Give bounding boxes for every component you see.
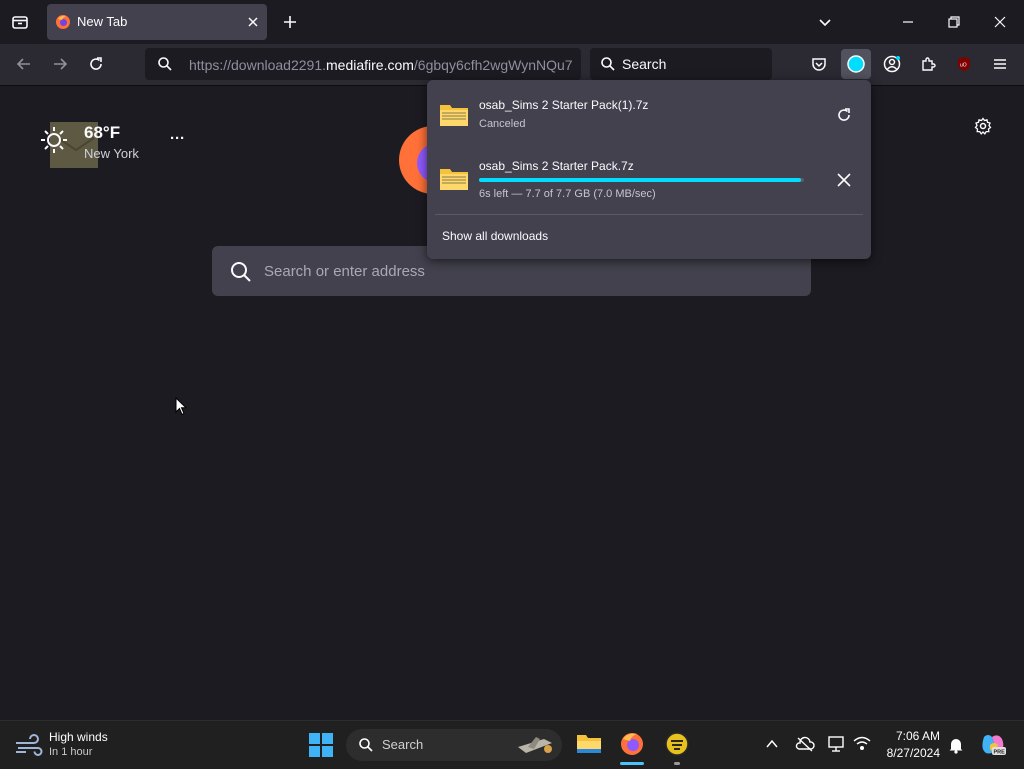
search-icon [230,261,252,283]
reload-button[interactable] [82,50,110,78]
chevron-up-icon [766,739,778,748]
close-window-button[interactable] [986,8,1014,36]
app-menu-button[interactable] [986,50,1014,78]
windows-taskbar: High winds In 1 hour Search 7:06 AM 8/27… [0,720,1024,769]
taskbar-time[interactable]: 7:06 AM [886,729,940,743]
onedrive-offline-icon[interactable] [795,736,815,752]
minimize-button[interactable] [894,8,922,36]
retry-icon [838,108,850,121]
url-prefix: https://download2291. [189,57,326,73]
weather-temperature: 68°F [84,123,121,142]
tab-new-tab[interactable]: New Tab [47,4,267,40]
download-progress-fill [479,178,801,182]
taskbar-search-box[interactable]: Search [346,729,562,761]
account-icon [883,55,901,73]
download-progress-icon [847,55,865,73]
downloads-panel: osab_Sims 2 Starter Pack(1).7z Canceled … [427,80,871,259]
taskbar-weather-title[interactable]: High winds [49,730,108,744]
close-icon [837,173,851,187]
zip-folder-icon [439,101,469,127]
tab-strip: New Tab [0,0,1024,44]
zip-folder-icon [439,165,469,191]
account-button[interactable] [878,50,906,78]
url-bar[interactable]: https://download2291.mediafire.com/6gbqy… [145,48,581,80]
app-taskbar-icon[interactable] [664,731,690,757]
firefox-tab-icon [55,14,71,30]
chevron-down-icon [819,19,831,27]
ublock-origin-icon: uO [958,57,970,71]
restore-button[interactable] [940,8,968,36]
tab-manager-icon [12,16,28,29]
svg-text:PRE: PRE [994,750,1006,756]
extensions-button[interactable] [914,50,942,78]
list-all-tabs-button[interactable] [6,8,34,36]
pocket-button[interactable] [805,50,833,78]
mouse-cursor [175,397,187,416]
weather-more-button[interactable]: ··· [170,130,185,147]
wind-icon[interactable] [14,731,44,759]
svg-text:uO: uO [960,63,967,69]
running-app-indicator [674,762,680,765]
close-icon [994,16,1006,28]
active-app-indicator [620,762,644,765]
notification-bell-icon[interactable] [948,736,964,754]
search-bar[interactable]: Search [590,48,772,80]
search-icon [358,737,374,753]
close-icon [248,17,258,27]
search-icon [600,56,616,72]
url-text: https://download2291.mediafire.com/6gbqy… [189,57,573,73]
restore-icon [948,16,960,28]
search-icon [157,56,173,72]
display-icon[interactable] [827,735,847,753]
url-domain: mediafire.com [326,57,414,73]
back-button[interactable] [10,50,38,78]
pocket-icon [812,58,826,71]
network-volume-icon[interactable] [852,735,872,753]
search-highlight-icon [514,733,556,757]
download-filename: osab_Sims 2 Starter Pack.7z [479,159,634,173]
tab-overflow-button[interactable] [811,8,839,36]
gear-icon [974,117,992,135]
download-progress-bar [479,178,804,182]
newtab-search-placeholder: Search or enter address [264,263,425,280]
tab-close-button[interactable] [245,14,261,30]
reload-icon [90,57,102,70]
puzzle-icon [922,57,936,71]
download-status: Canceled [479,118,526,130]
copilot-icon[interactable]: PRE [980,733,1006,757]
cancel-download-button[interactable] [830,166,858,194]
tab-title: New Tab [77,14,128,29]
retry-download-button[interactable] [830,101,858,129]
windows-logo-icon [309,733,333,757]
file-explorer-icon[interactable] [576,731,602,755]
weather-city: New York [84,146,139,161]
show-all-downloads-button[interactable]: Show all downloads [442,229,548,243]
hamburger-menu-icon [994,59,1006,69]
forward-button[interactable] [46,50,74,78]
start-button[interactable] [309,733,333,757]
taskbar-date[interactable]: 8/27/2024 [880,746,940,760]
taskbar-weather-subtitle: In 1 hour [49,746,93,758]
personalize-button[interactable] [969,112,997,140]
arrow-right-icon [54,58,68,70]
download-filename: osab_Sims 2 Starter Pack(1).7z [479,98,649,112]
ublock-origin-button[interactable]: uO [950,50,978,78]
firefox-taskbar-icon[interactable] [619,731,645,757]
downloads-button[interactable] [841,49,871,79]
show-hidden-icons-button[interactable] [765,737,779,751]
arrow-left-icon [16,58,30,70]
plus-icon [284,16,296,28]
search-bar-placeholder: Search [622,56,667,72]
taskbar-search-label: Search [382,737,424,752]
url-suffix: /6gbqy6cfh2wgWynNQu7 [413,57,573,73]
minimize-icon [903,21,913,23]
download-status: 6s left — 7.7 of 7.7 GB (7.0 MB/sec) [479,188,656,200]
new-tab-button[interactable] [276,8,304,36]
panel-divider [435,214,863,215]
download-item[interactable]: osab_Sims 2 Starter Pack(1).7z Canceled [427,88,871,144]
